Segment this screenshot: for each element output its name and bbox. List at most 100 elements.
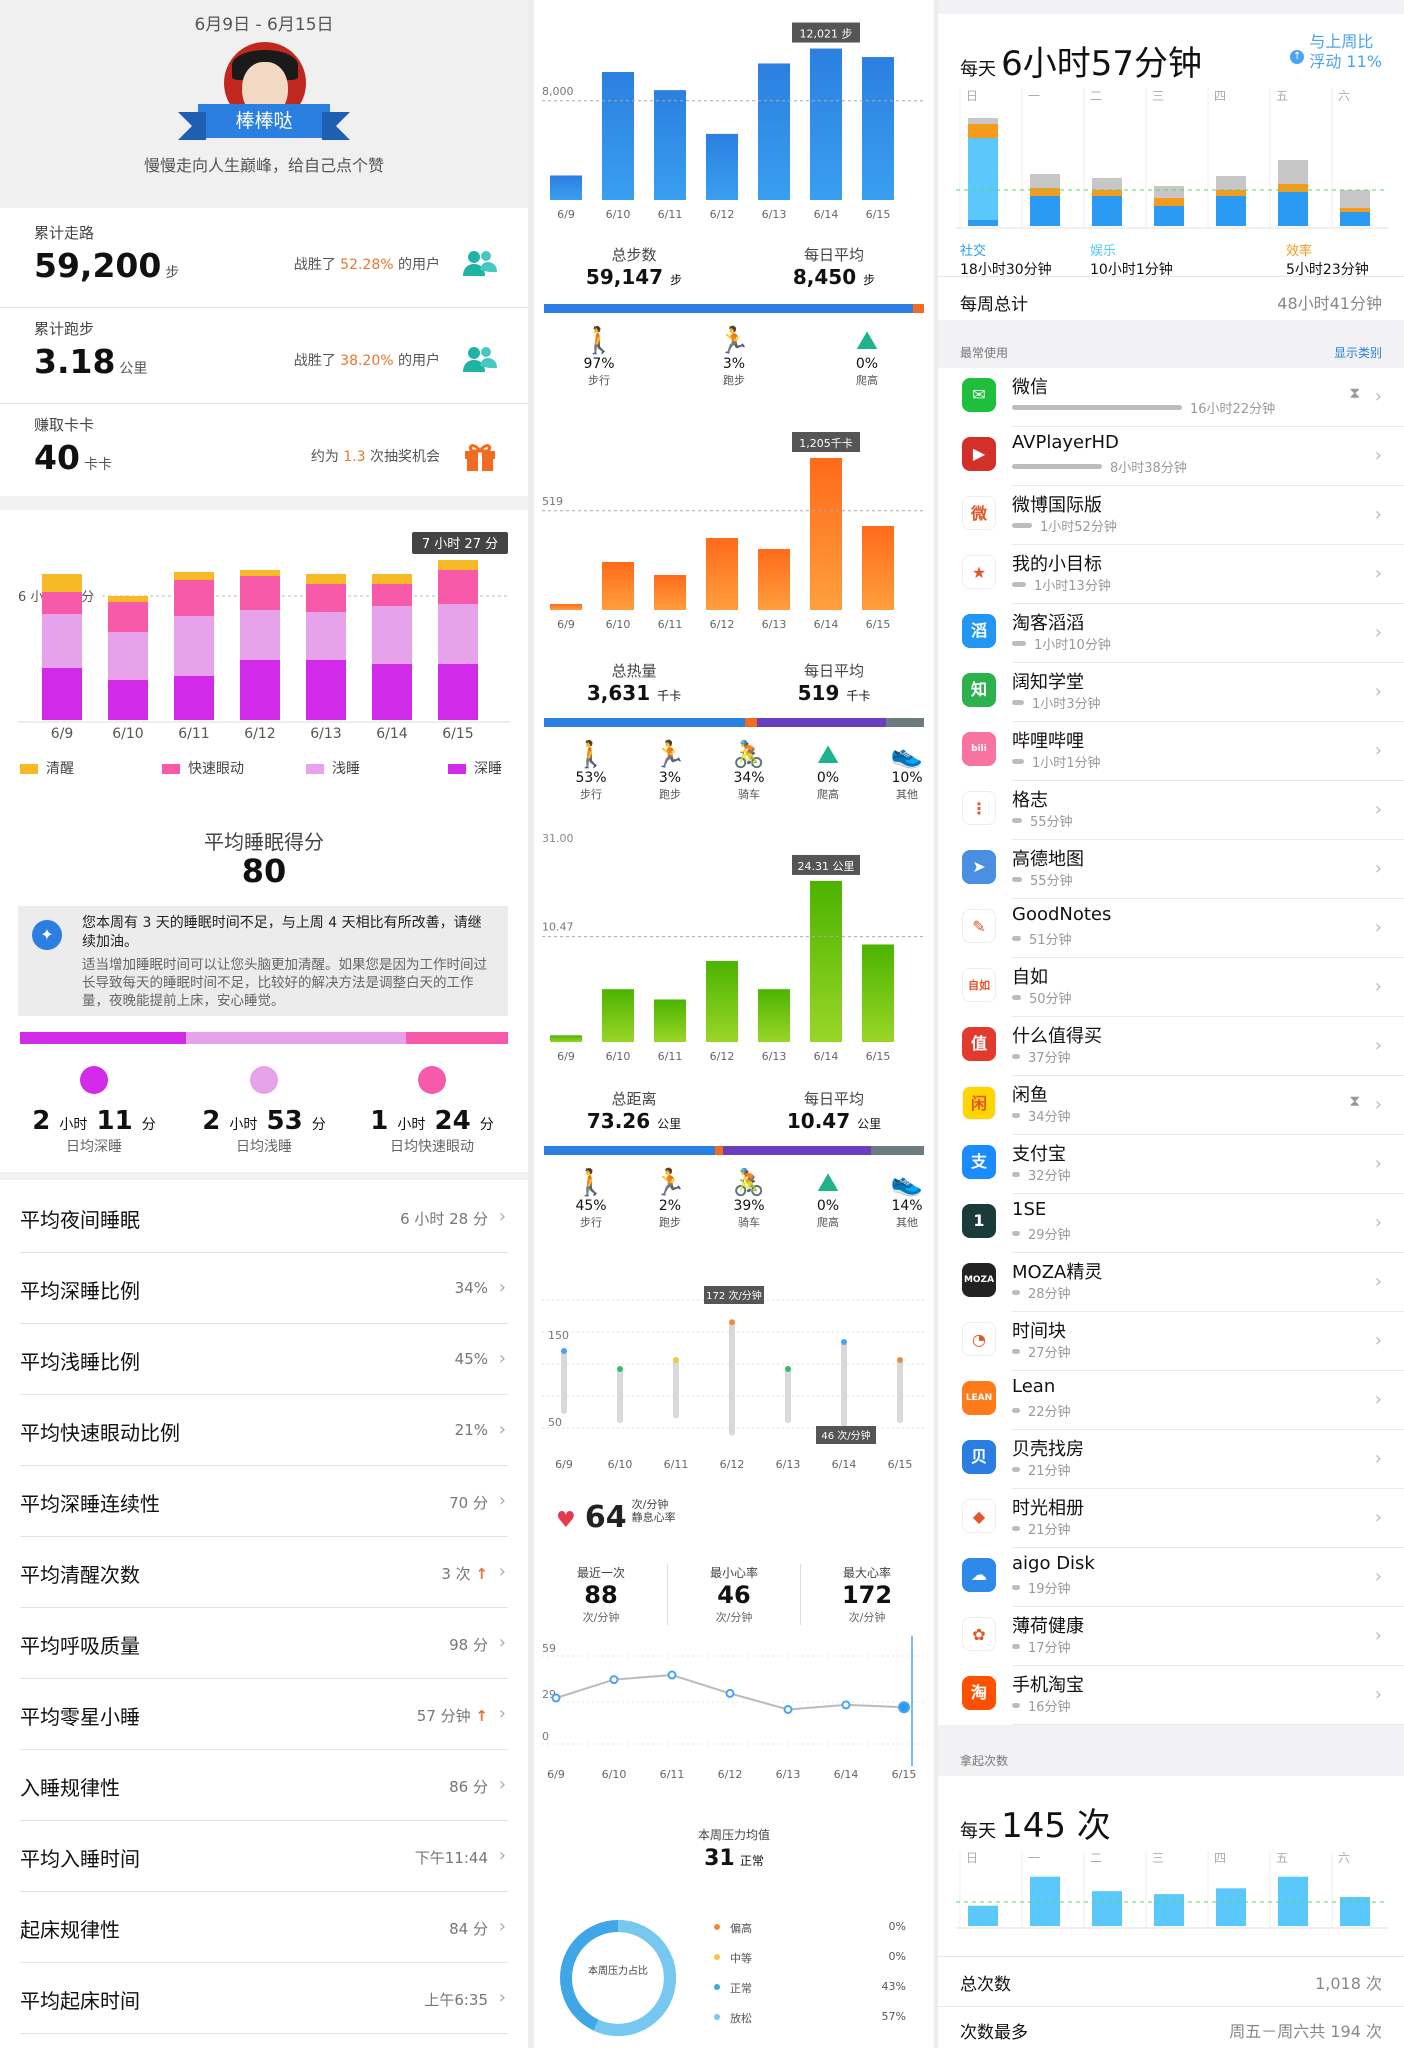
metric-value: 86 分 [449, 1778, 488, 1796]
app-row[interactable]: ✿ 薄荷健康 17分钟 › [938, 1607, 1404, 1666]
app-name: 高德地图 [1012, 849, 1084, 870]
week-total: 48小时41分钟 [1277, 294, 1382, 313]
usage-segment [1340, 190, 1370, 208]
bar [706, 538, 738, 610]
chevron-right-icon: › [1374, 1212, 1382, 1233]
metric-name: 平均浅睡比例 [20, 1350, 140, 1374]
app-row[interactable]: ★ 我的小目标 1小时13分钟 › [938, 545, 1404, 604]
app-row[interactable]: ➤ 高德地图 55分钟 › [938, 840, 1404, 899]
app-row[interactable]: 滔 淘客滔滔 1小时10分钟 › [938, 604, 1404, 663]
show-categories-link[interactable]: 显示类别 [1334, 344, 1382, 361]
chevron-right-icon: › [498, 1490, 506, 1511]
pickup-bar [1340, 1897, 1370, 1926]
usage-segment [1092, 178, 1122, 190]
sleep-metric-row[interactable]: 平均呼吸质量 98 分 › [20, 1608, 508, 1679]
app-icon: bili [962, 732, 996, 766]
app-row[interactable]: 知 阔知学堂 1小时3分钟 › [938, 663, 1404, 722]
sleep-metric-row[interactable]: 平均深睡比例 34% › [20, 1253, 508, 1324]
sleep-metric-row[interactable]: 平均浅睡比例 45% › [20, 1324, 508, 1395]
date-tick: 6/13 [762, 208, 787, 220]
app-row[interactable]: ☁ aigo Disk 19分钟 › [938, 1548, 1404, 1607]
app-row[interactable]: ◆ 时光相册 21分钟 › [938, 1489, 1404, 1548]
screen-time-card: 每天 6小时57分钟 ↑ 与上周比 浮动 11% 日一二三四五六 社交 18小时30… [938, 14, 1404, 320]
app-row[interactable]: 支 支付宝 32分钟 › [938, 1135, 1404, 1194]
app-row[interactable]: 淘 手机淘宝 16分钟 › [938, 1666, 1404, 1725]
app-row[interactable]: ✎ GoodNotes 51分钟 › [938, 899, 1404, 958]
bar [654, 90, 686, 200]
distance-avg: 10.47 [786, 1109, 851, 1133]
sleep-tip: ✦ 您本周有 3 天的睡眠时间不足，与上周 4 天相比有所改善，请继续加油。 适… [18, 906, 508, 1016]
app-row[interactable]: ◔ 时间块 27分钟 › [938, 1312, 1404, 1371]
app-icon: 微 [962, 496, 996, 530]
sleep-metric-row[interactable]: 入睡规律性 86 分 › [20, 1750, 508, 1821]
sleep-metric-row[interactable]: 平均清醒次数 3 次 ↑ › [20, 1537, 508, 1608]
profile-header: 6月9日 - 6月15日 棒棒哒 慢慢走向人生巅峰，给自己点个赞 [0, 0, 528, 208]
sleep-metric-row[interactable]: 平均深睡连续性 70 分 › [20, 1466, 508, 1537]
metric-name: 平均呼吸质量 [20, 1634, 140, 1658]
sleep-stages-chart: 6 小时 28 分6/96/106/116/126/136/146/157 小时… [14, 532, 510, 742]
sleep-metric-row[interactable]: 平均零星小睡 57 分钟 ↑ › [20, 1679, 508, 1750]
usage-segment [1340, 212, 1370, 226]
shoe-icon: 👟 [890, 1168, 924, 1198]
chevron-right-icon: › [498, 1632, 506, 1653]
usage-bar [1012, 700, 1024, 705]
climb-icon: ⛰ [817, 1168, 839, 1198]
sleep-ratio-bar [20, 1032, 508, 1044]
distance-chart: 31.00 6/9 6/10 6/11 6/12 6/13 6/14 6/15 24.31 公里… [542, 832, 926, 1062]
calories-avg: 519 [797, 681, 840, 705]
date-tick: 6/10 [112, 726, 143, 742]
sleep-metric-row[interactable]: 平均入睡时间 下午11:44 › [20, 1821, 508, 1892]
bar [706, 133, 738, 200]
sleep-metric-row[interactable]: 平均夜间睡眠 6 小时 28 分 › [20, 1182, 508, 1253]
app-name: GoodNotes [1012, 904, 1112, 925]
usage-segment [1030, 174, 1060, 188]
avg-light-sleep: 2 小时 53 分 日均浅睡 [184, 1066, 344, 1156]
metric-value: 45% [454, 1350, 488, 1368]
app-time: 28分钟 [1028, 1287, 1071, 1302]
hr-point [667, 1670, 677, 1680]
sleep-bar-segment [240, 610, 280, 660]
chevron-right-icon: › [1374, 1684, 1382, 1705]
metric-name: 平均起床时间 [20, 1989, 140, 2013]
app-row[interactable]: 贝 贝壳找房 21分钟 › [938, 1430, 1404, 1489]
sleep-metric-row[interactable]: 平均快速眼动比例 21% › [20, 1395, 508, 1466]
pickups-chart: 日一二三四五六 [956, 1852, 1388, 1929]
usage-bar [1012, 1408, 1020, 1413]
app-row[interactable]: 自如 自如 50分钟 › [938, 958, 1404, 1017]
chevron-right-icon: › [1374, 1330, 1382, 1351]
users-icon [463, 347, 497, 372]
sleep-bar-segment [438, 560, 478, 570]
app-row[interactable]: ▶ AVPlayerHD 8小时38分钟 › [938, 427, 1404, 486]
app-time: 22分钟 [1028, 1405, 1071, 1420]
app-row[interactable]: bili 哔哩哔哩 1小时1分钟 › [938, 722, 1404, 781]
gift-icon[interactable] [462, 440, 498, 472]
usage-bar [1012, 1172, 1020, 1177]
app-row[interactable]: LEAN Lean 22分钟 › [938, 1371, 1404, 1430]
chevron-right-icon: › [498, 1916, 506, 1937]
app-row[interactable]: 值 什么值得买 37分钟 › [938, 1017, 1404, 1076]
arrow-up-icon: ↑ [1290, 50, 1305, 64]
stress-legend-item: 放松 [714, 2010, 752, 2026]
usage-segment [1154, 206, 1184, 226]
app-row[interactable]: MOZA MOZA精灵 28分钟 › [938, 1253, 1404, 1312]
app-row[interactable]: 闲 闲鱼 34分钟 ⧗ › [938, 1076, 1404, 1135]
usage-segment [968, 138, 998, 220]
sleep-metric-row[interactable]: 平均起床时间 上午6:35 › [20, 1963, 508, 2034]
section-divider [0, 1172, 528, 1180]
app-row[interactable]: 1 1SE 29分钟 › [938, 1194, 1404, 1253]
app-row[interactable]: ✉ 微信 16小时22分钟 ⧗ › [938, 368, 1404, 427]
sleep-bar-segment [42, 614, 82, 668]
app-row[interactable]: ⋮ 格志 55分钟 › [938, 781, 1404, 840]
hourglass-icon[interactable]: ⧗ [1349, 384, 1360, 402]
hourglass-icon[interactable]: ⧗ [1349, 1092, 1360, 1110]
bar [810, 48, 842, 201]
distance-ratio-bar [544, 1146, 924, 1155]
sleep-bar-segment [438, 664, 478, 720]
metric-name: 平均快速眼动比例 [20, 1421, 180, 1445]
pickup-bar [1216, 1888, 1246, 1926]
chevron-right-icon: › [1374, 1507, 1382, 1528]
sleep-metric-row[interactable]: 起床规律性 84 分 › [20, 1892, 508, 1963]
sleep-bar-segment [372, 574, 412, 584]
metric-name: 平均深睡连续性 [20, 1492, 160, 1516]
app-row[interactable]: 微 微博国际版 1小时52分钟 › [938, 486, 1404, 545]
